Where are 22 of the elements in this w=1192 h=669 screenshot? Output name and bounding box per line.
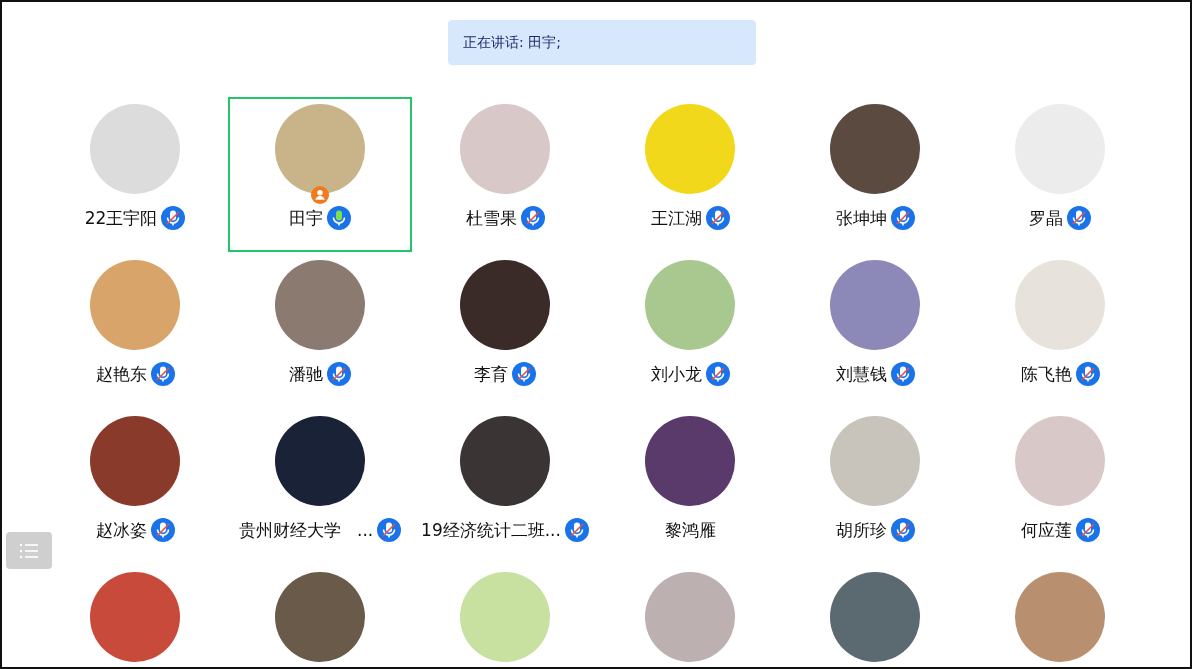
participant-name: 刘小龙 <box>650 362 702 386</box>
participant-name: 贵州财经大学 ... <box>238 518 374 542</box>
participant-name: 赵冰姿 <box>95 518 147 542</box>
speaking-label: 正在讲话: 田宇; <box>463 33 561 52</box>
participant-name: 李育 <box>474 362 508 386</box>
participant-name: 胡所珍 <box>835 518 887 542</box>
participant-name: 潘驰 <box>289 362 323 386</box>
participant-name: 黎鸿雁 <box>664 518 716 542</box>
participant-name: 刘慧钱 <box>835 362 887 386</box>
participant-name: 19经济统计二班... <box>421 518 561 542</box>
participant-name: 罗晶 <box>1029 206 1063 230</box>
list-menu-button[interactable] <box>6 532 52 569</box>
participant-name: 张坤坤 <box>835 206 887 230</box>
participant-name: 陈飞艳 <box>1020 362 1072 386</box>
participant-name: 杜雪果 <box>465 206 517 230</box>
participant-name: 王江湖 <box>650 206 702 230</box>
participant-name: 何应莲 <box>1020 518 1072 542</box>
list-icon <box>19 542 39 559</box>
participant-name: 22王宇阳 <box>84 206 158 230</box>
selected-participant-tile[interactable]: 田宇 <box>228 97 412 252</box>
participant-name: 赵艳东 <box>95 362 147 386</box>
participant-name: 田宇 <box>289 206 323 230</box>
